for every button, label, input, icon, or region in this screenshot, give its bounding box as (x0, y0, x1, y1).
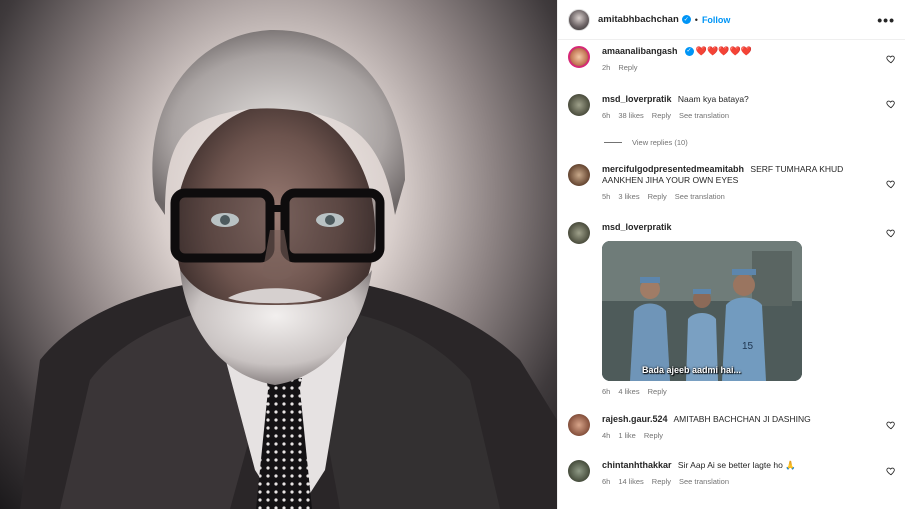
see-translation-button[interactable]: See translation (675, 192, 725, 201)
comments-panel: amitabhbachchan ✓ • Follow ••• amaanalib… (557, 0, 905, 509)
comment-meta: 4h 1 like Reply (602, 431, 879, 440)
reply-button[interactable]: Reply (644, 431, 663, 440)
comment-text: chintanhthakkar Sir Aap Ai se better lag… (602, 460, 879, 471)
portrait-illustration (20, 29, 557, 509)
comment-time: 6h (602, 111, 611, 120)
comment-item: amaanalibangash ✓ ❤️❤️❤️❤️❤️ 2h Reply (568, 46, 905, 72)
commenter-username[interactable]: amaanalibangash (602, 46, 678, 56)
post-image[interactable] (0, 0, 557, 509)
comment-likes[interactable]: 38 likes (618, 111, 643, 120)
commenter-avatar[interactable] (568, 94, 590, 116)
commenter-username[interactable]: msd_loverpratik (602, 222, 672, 232)
view-replies-label: View replies (10) (632, 138, 688, 147)
view-replies-button[interactable]: View replies (10) (604, 138, 688, 147)
commenter-username[interactable]: msd_loverpratik (602, 94, 672, 104)
comment-likes[interactable]: 3 likes (618, 192, 639, 201)
gif-attachment[interactable]: 15 Bada ajeeb aadmi hai... (602, 241, 802, 381)
comment-content: AMITABH BACHCHAN JI DASHING (673, 414, 811, 424)
commenter-username[interactable]: rajesh.gaur.524 (602, 414, 668, 424)
author-avatar[interactable] (568, 8, 590, 31)
comment-text: amaanalibangash ✓ ❤️❤️❤️❤️❤️ (602, 46, 879, 57)
see-translation-button[interactable]: See translation (679, 477, 729, 486)
gif-caption: Bada ajeeb aadmi hai... (642, 365, 742, 375)
comment-likes[interactable]: 14 likes (618, 477, 643, 486)
more-options-icon[interactable]: ••• (877, 12, 895, 28)
verified-badge-icon: ✓ (681, 15, 691, 24)
comment-content: Sir Aap Ai se better lagte ho 🙏 (677, 460, 796, 470)
comment-likes[interactable]: 1 like (618, 431, 636, 440)
commenter-avatar[interactable] (568, 222, 590, 244)
heart-outline-icon[interactable] (886, 54, 896, 64)
comment-item: chintanhthakkar Sir Aap Ai se better lag… (568, 460, 905, 486)
heart-outline-icon[interactable] (886, 99, 896, 109)
svg-text:15: 15 (742, 341, 754, 352)
commenter-avatar[interactable] (568, 460, 590, 482)
comment-meta: 6h 38 likes Reply See translation (602, 111, 879, 120)
comment-item: mercifulgodpresentedmeamitabh SERF TUMHA… (568, 164, 905, 201)
comment-meta: 6h 14 likes Reply See translation (602, 477, 879, 486)
comment-text: mercifulgodpresentedmeamitabh SERF TUMHA… (602, 164, 879, 186)
comment-likes[interactable]: 4 likes (618, 387, 639, 396)
comment-meta: 6h 4 likes Reply (602, 387, 879, 396)
reply-button[interactable]: Reply (618, 63, 637, 72)
comment-content: ❤️❤️❤️❤️❤️ (695, 46, 752, 56)
comment-content: Naam kya bataya? (677, 94, 749, 104)
reply-button[interactable]: Reply (648, 387, 667, 396)
comment-time: 2h (602, 63, 611, 72)
comment-item: rajesh.gaur.524 AMITABH BACHCHAN JI DASH… (568, 414, 905, 440)
comment-meta: 2h Reply (602, 63, 879, 72)
commenter-avatar[interactable] (568, 414, 590, 436)
commenter-avatar[interactable] (568, 46, 590, 68)
commenter-avatar[interactable] (568, 164, 590, 186)
author-username[interactable]: amitabhbachchan (598, 14, 679, 25)
verified-badge-icon: ✓ (684, 47, 694, 57)
heart-outline-icon[interactable] (886, 466, 896, 476)
comment-item: msd_loverpratik 15 Bada ajeeb aadmi hai.… (568, 222, 905, 396)
reply-button[interactable]: Reply (652, 111, 671, 120)
gif-scene-illustration: 15 (602, 241, 802, 381)
comment-time: 4h (602, 431, 611, 440)
replies-divider (604, 142, 622, 143)
comment-time: 6h (602, 387, 611, 396)
comment-time: 6h (602, 477, 611, 486)
heart-outline-icon[interactable] (886, 179, 896, 189)
post-header: amitabhbachchan ✓ • Follow ••• (558, 0, 905, 40)
follow-button[interactable]: Follow (702, 15, 731, 25)
heart-outline-icon[interactable] (886, 420, 896, 430)
reply-button[interactable]: Reply (652, 477, 671, 486)
commenter-username[interactable]: mercifulgodpresentedmeamitabh (602, 164, 744, 174)
comment-text: msd_loverpratik (602, 222, 879, 233)
commenter-username[interactable]: chintanhthakkar (602, 460, 672, 470)
comment-time: 5h (602, 192, 611, 201)
separator-dot: • (694, 14, 698, 25)
comment-text: msd_loverpratik Naam kya bataya? (602, 94, 879, 105)
comment-meta: 5h 3 likes Reply See translation (602, 192, 879, 201)
comment-item: msd_loverpratik Naam kya bataya? 6h 38 l… (568, 94, 905, 120)
reply-button[interactable]: Reply (648, 192, 667, 201)
see-translation-button[interactable]: See translation (679, 111, 729, 120)
comment-text: rajesh.gaur.524 AMITABH BACHCHAN JI DASH… (602, 414, 879, 425)
heart-outline-icon[interactable] (886, 228, 896, 238)
